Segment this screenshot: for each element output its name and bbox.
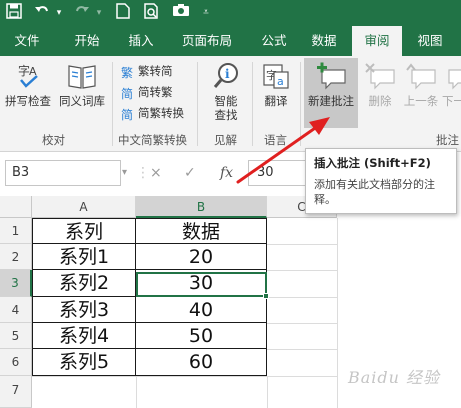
annotation-arrow: [236, 117, 330, 184]
